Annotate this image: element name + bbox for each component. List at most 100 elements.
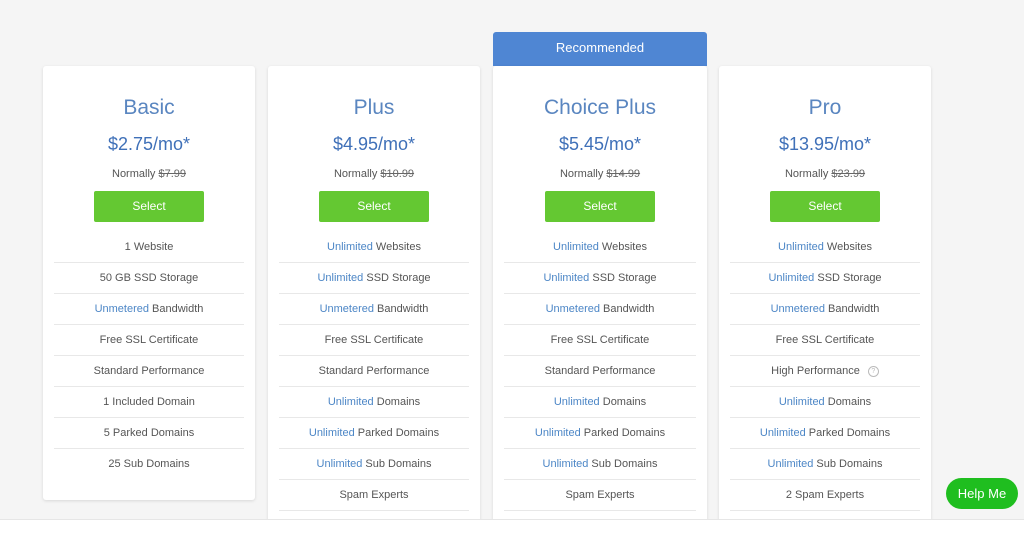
feature-highlight: Unlimited (553, 241, 599, 253)
normal-price-text: Normally $10.99 (268, 168, 480, 182)
feature-text: Free SSL Certificate (775, 334, 875, 346)
feature-text: 5 Parked Domains (103, 427, 195, 439)
feature-text: Bandwidth (824, 303, 880, 315)
normal-price: $14.99 (606, 168, 641, 180)
feature-text: Bandwidth (599, 303, 655, 315)
feature-text: Parked Domains (580, 427, 666, 439)
select-basic-button[interactable]: Select (94, 191, 204, 222)
normally-label: Normally (784, 168, 829, 180)
feature-text: 2 Spam Experts (785, 489, 865, 501)
normal-price-text: Normally $7.99 (43, 168, 255, 182)
feature-item: Free SSL Certificate (504, 325, 696, 356)
feature-item: Unlimited SSD Storage (730, 263, 920, 294)
feature-item: Unlimited SSD Storage (504, 263, 696, 294)
feature-item: Unlimited Domains (279, 387, 469, 418)
feature-item: Free SSL Certificate (279, 325, 469, 356)
plan-card-pro: Pro $13.95/mo* Normally $23.99 Select Unlimi… (719, 66, 931, 536)
feature-list: 1 Website 50 GB SSD Storage Unmetered Band… (54, 232, 244, 479)
feature-item: Unlimited Domains (504, 387, 696, 418)
question-circle-icon[interactable]: ? (867, 365, 879, 377)
feature-item: Unlimited Parked Domains (279, 418, 469, 449)
feature-item: 25 Sub Domains (54, 449, 244, 479)
feature-item: 1 Website (54, 232, 244, 263)
feature-item: Unmetered Bandwidth (504, 294, 696, 325)
feature-text: Sub Domains (588, 458, 658, 470)
feature-item: Unmetered Bandwidth (54, 294, 244, 325)
plan-card-choice-plus: Choice Plus $5.45/mo* Normally $14.99 Selec… (493, 66, 707, 536)
feature-text: Domains (599, 396, 647, 408)
normally-label: Normally (112, 168, 156, 180)
select-plus-button[interactable]: Select (319, 191, 429, 222)
normal-price: $10.99 (380, 168, 415, 180)
feature-item: 2 Spam Experts (730, 480, 920, 511)
feature-highlight: Unlimited (778, 241, 824, 253)
feature-highlight: Unlimited (759, 427, 806, 439)
feature-text: SSD Storage (814, 272, 882, 284)
plan-card-plus: Plus $4.95/mo* Normally $10.99 Select Unlimi… (268, 66, 480, 536)
feature-highlight: Unmetered (545, 303, 600, 315)
feature-text: 1 Website (124, 241, 174, 253)
help-me-button[interactable]: Help Me (946, 478, 1018, 509)
feature-text: Standard Performance (93, 365, 205, 377)
feature-list: Unlimited Websites Unlimited SSD Storage U… (504, 232, 696, 511)
feature-highlight: Unmetered (94, 303, 149, 315)
feature-item: Standard Performance (504, 356, 696, 387)
feature-text: SSD Storage (589, 272, 657, 284)
feature-item: Unlimited Parked Domains (730, 418, 920, 449)
feature-text: Free SSL Certificate (99, 334, 199, 346)
plan-name: Choice Plus (543, 96, 657, 119)
feature-text: SSD Storage (363, 272, 431, 284)
select-pro-button[interactable]: Select (770, 191, 880, 222)
feature-item: Unlimited Domains (730, 387, 920, 418)
normal-price: $7.99 (158, 168, 186, 180)
feature-item: Unmetered Bandwidth (730, 294, 920, 325)
feature-highlight: Unlimited (767, 458, 814, 470)
feature-item: Unlimited Sub Domains (504, 449, 696, 480)
feature-highlight: Unlimited (327, 396, 374, 408)
feature-item: Unlimited SSD Storage (279, 263, 469, 294)
feature-item: Spam Experts (279, 480, 469, 511)
feature-highlight: Unlimited (778, 396, 825, 408)
feature-text: 50 GB SSD Storage (99, 272, 199, 284)
feature-highlight: Unlimited (327, 241, 373, 253)
feature-text: Spam Experts (565, 489, 635, 501)
feature-text: Websites (823, 241, 872, 253)
normal-price-text: Normally $23.99 (719, 168, 931, 182)
normally-label: Normally (333, 168, 378, 180)
feature-item: Standard Performance (54, 356, 244, 387)
feature-highlight: Unlimited (543, 272, 590, 284)
plan-price: $2.75/mo* (107, 134, 191, 154)
plan-name: Basic (123, 96, 175, 119)
feature-highlight: Unlimited (553, 396, 600, 408)
feature-text: Standard Performance (544, 365, 656, 377)
select-choice-plus-button[interactable]: Select (545, 191, 655, 222)
plan-price: $13.95/mo* (778, 134, 872, 154)
plan-price: $5.45/mo* (558, 134, 642, 154)
feature-highlight: Unlimited (768, 272, 815, 284)
plan-name: Plus (353, 96, 395, 119)
feature-text: Websites (598, 241, 647, 253)
feature-highlight: Unlimited (316, 458, 363, 470)
feature-highlight: Unmetered (770, 303, 825, 315)
normally-label: Normally (559, 168, 604, 180)
plan-card-basic: Basic $2.75/mo* Normally $7.99 Select 1 Webs… (43, 66, 255, 500)
feature-text: Domains (373, 396, 421, 408)
feature-item: Standard Performance (279, 356, 469, 387)
feature-item: Unlimited Websites (730, 232, 920, 263)
normal-price-text: Normally $14.99 (493, 168, 707, 182)
feature-text: Free SSL Certificate (324, 334, 424, 346)
feature-text: Parked Domains (354, 427, 440, 439)
plan-name: Pro (808, 96, 842, 119)
feature-text: Bandwidth (148, 303, 204, 315)
feature-highlight: Unlimited (317, 272, 364, 284)
feature-item: Unlimited Sub Domains (279, 449, 469, 480)
feature-text: Websites (372, 241, 421, 253)
feature-text: 25 Sub Domains (108, 458, 190, 470)
feature-text: Standard Performance (318, 365, 430, 377)
feature-item: Unlimited Sub Domains (730, 449, 920, 480)
feature-text: 1 Included Domain (103, 396, 195, 408)
feature-item: Unmetered Bandwidth (279, 294, 469, 325)
feature-list: Unlimited Websites Unlimited SSD Storage U… (730, 232, 920, 511)
feature-item: Unlimited Websites (504, 232, 696, 263)
feature-item: Unlimited Websites (279, 232, 469, 263)
